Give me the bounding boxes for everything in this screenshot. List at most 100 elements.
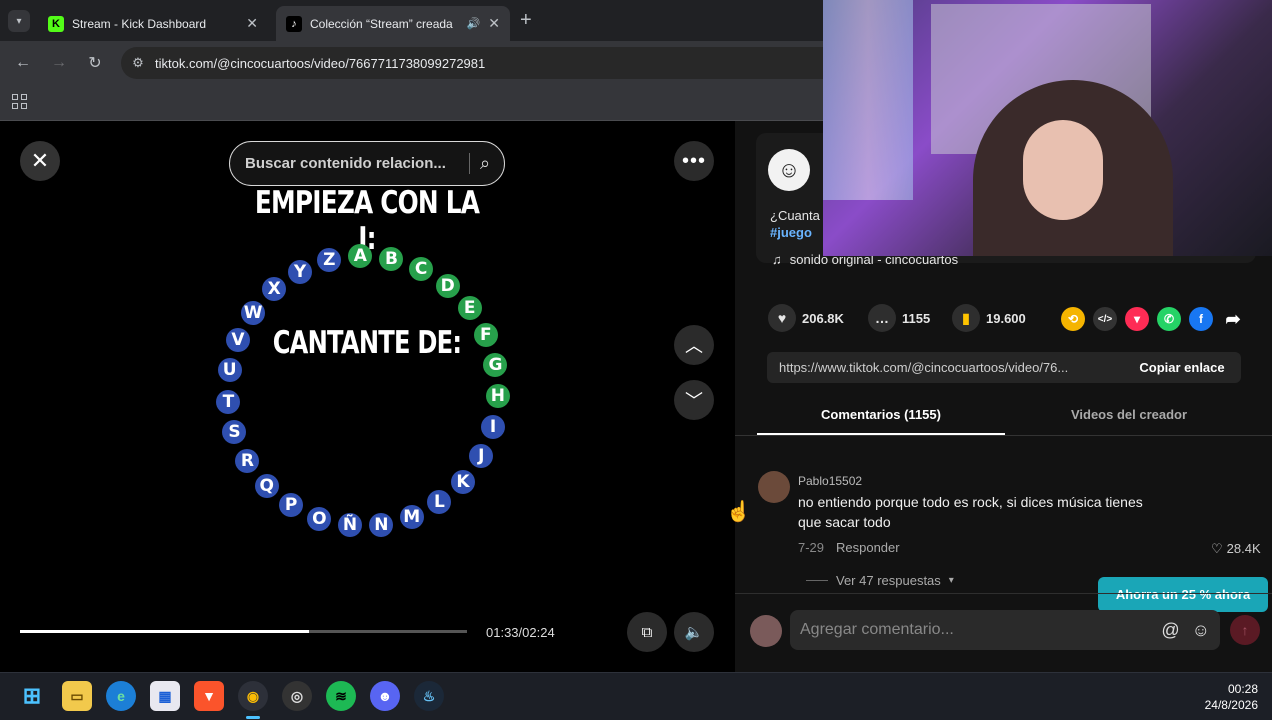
letter-bubble-R: R: [235, 448, 260, 473]
reply-button[interactable]: Responder: [836, 540, 900, 555]
letter-bubble-Y: Y: [288, 259, 312, 284]
video-progress-bar[interactable]: [20, 630, 467, 633]
letter-bubble-G: G: [483, 352, 508, 377]
taskbar-time[interactable]: 00:28: [1212, 682, 1258, 696]
tab-kick-dashboard[interactable]: K Stream - Kick Dashboard ✕: [38, 6, 268, 41]
comment-like-count: 28.4K: [1226, 541, 1261, 556]
letter-bubble-W: W: [241, 300, 266, 325]
letter-bubble-C: C: [409, 257, 434, 282]
new-tab-button[interactable]: +: [520, 9, 532, 32]
letter-bubble-J: J: [469, 444, 494, 469]
commenter-avatar[interactable]: [758, 471, 790, 503]
chrome-browser-icon[interactable]: ◉: [238, 681, 268, 711]
mention-icon[interactable]: @: [1161, 620, 1179, 641]
view-replies-button[interactable]: Ver 47 respuestas ▾: [806, 573, 954, 588]
letter-bubble-L: L: [427, 490, 452, 515]
speaker-icon[interactable]: 🔊: [467, 17, 481, 30]
whatsapp-icon[interactable]: ✆: [1157, 307, 1181, 331]
bookmark-icon: ▮: [952, 304, 980, 332]
url-omnibox[interactable]: ⚙ tiktok.com/@cincocuartoos/video/766771…: [121, 47, 841, 79]
file-explorer-icon[interactable]: ▭: [62, 681, 92, 711]
letter-bubble-F: F: [473, 323, 498, 348]
post-comment-button[interactable]: ↑: [1230, 615, 1260, 645]
copy-link-box: https://www.tiktok.com/@cincocuartoos/vi…: [767, 352, 1241, 383]
commenter-name[interactable]: Pablo15502: [798, 474, 862, 488]
microsoft-store-icon[interactable]: ▦: [150, 681, 180, 711]
comment-like-button[interactable]: ♡ 28.4K: [1211, 541, 1261, 557]
url-text: tiktok.com/@cincocuartoos/video/76677117…: [155, 55, 486, 71]
emoji-icon[interactable]: ☺: [1192, 620, 1210, 641]
mouse-cursor-icon: ☝: [726, 501, 751, 523]
like-count: 206.8K: [802, 310, 844, 326]
previous-video-button[interactable]: ︿: [674, 325, 714, 365]
steam-icon[interactable]: ♨: [414, 681, 444, 711]
letter-bubble-K: K: [451, 469, 476, 494]
back-button[interactable]: ←: [11, 52, 35, 74]
letter-bubble-B: B: [379, 247, 404, 272]
promo-banner[interactable]: Ahorra un 25 % ahora: [1098, 577, 1268, 612]
comment-input[interactable]: Agregar comentario... @ ☺: [790, 610, 1220, 650]
current-user-avatar[interactable]: [750, 615, 782, 647]
save-button[interactable]: ▮ 19.600: [952, 303, 1026, 333]
close-icon[interactable]: ✕: [246, 15, 258, 32]
letter-bubble-E: E: [457, 296, 482, 321]
chevron-down-icon: ▾: [948, 575, 954, 586]
like-button[interactable]: ♥ 206.8K: [768, 303, 844, 333]
volume-button[interactable]: 🔈: [674, 612, 714, 652]
tab-creator-videos[interactable]: Videos del creador: [1005, 407, 1253, 422]
more-options-button[interactable]: •••: [674, 141, 714, 181]
video-player[interactable]: Buscar contenido relacion... ⌕ EMPIEZA C…: [213, 121, 521, 672]
search-related-input[interactable]: Buscar contenido relacion... ⌕: [229, 141, 505, 186]
share-arrow-icon[interactable]: ➦: [1221, 307, 1245, 331]
tiktok-logo-icon: ♪: [286, 15, 302, 32]
comment-input-divider: [735, 593, 1272, 594]
creator-avatar[interactable]: ☺: [768, 149, 810, 191]
letter-bubble-X: X: [262, 277, 287, 302]
tab-comments[interactable]: Comentarios (1155): [757, 407, 1005, 422]
tab-label: Colección “Stream” creada: [310, 16, 453, 31]
taskbar-date[interactable]: 24/8/2026: [1192, 698, 1258, 712]
apps-grid-icon[interactable]: [12, 94, 27, 109]
edge-browser-icon[interactable]: e: [106, 681, 136, 711]
close-video-button[interactable]: ✕: [20, 141, 60, 181]
comment-input-placeholder: Agregar comentario...: [800, 621, 954, 638]
forward-button[interactable]: →: [47, 52, 71, 74]
close-icon[interactable]: ✕: [488, 15, 500, 32]
webcam-face: [1023, 120, 1103, 220]
comment-count: 1155: [902, 310, 931, 326]
reload-button[interactable]: ↻: [83, 52, 107, 74]
windows-start-icon[interactable]: ⊞: [17, 681, 47, 711]
picture-in-picture-button[interactable]: ⧉: [627, 612, 667, 652]
letter-bubble-H: H: [485, 384, 510, 409]
tab-search-icon[interactable]: ▾: [8, 10, 30, 32]
discord-icon[interactable]: ☻: [370, 681, 400, 711]
brave-browser-icon[interactable]: ▼: [194, 681, 224, 711]
hashtag-link[interactable]: #juego: [770, 225, 812, 240]
repost-icon[interactable]: ⟲: [1061, 307, 1085, 331]
search-icon[interactable]: ⌕: [469, 153, 490, 174]
tabs-divider: [735, 435, 1272, 436]
tab-tiktok[interactable]: ♪ Colección “Stream” creada 🔊 ✕: [276, 6, 510, 41]
windows-taskbar: ⊞ ▭ e ▦ ▼ ◉ ◎ ≋ ☻ ♨ 00:28 24/8/2026: [0, 672, 1272, 720]
letter-bubble-P: P: [279, 493, 304, 518]
comment-bubble-icon: …: [868, 304, 896, 332]
copy-link-button[interactable]: Copiar enlace: [1123, 360, 1241, 375]
letter-bubble-V: V: [225, 328, 250, 353]
active-tab-indicator: [757, 433, 1005, 435]
obs-icon[interactable]: ◎: [282, 681, 312, 711]
next-video-button[interactable]: ﹀: [674, 380, 714, 420]
letter-bubble-D: D: [435, 273, 460, 298]
letter-bubble-Z: Z: [317, 248, 342, 273]
spotify-icon[interactable]: ≋: [326, 681, 356, 711]
comment-button[interactable]: … 1155: [868, 303, 930, 333]
comment-date: 7-29: [798, 540, 825, 555]
video-progress-fill: [20, 630, 309, 633]
facebook-icon[interactable]: f: [1189, 307, 1213, 331]
tiktok-page: ✕ Buscar contenido relacion... ⌕ EMPIEZA…: [0, 0, 1272, 672]
search-placeholder: Buscar contenido relacion...: [245, 155, 446, 172]
letter-bubble-U: U: [217, 358, 242, 383]
site-settings-icon[interactable]: ⚙: [121, 55, 155, 71]
embed-icon[interactable]: </>: [1093, 307, 1117, 331]
letter-bubble-O: O: [307, 506, 332, 531]
send-icon[interactable]: ▾: [1125, 307, 1149, 331]
